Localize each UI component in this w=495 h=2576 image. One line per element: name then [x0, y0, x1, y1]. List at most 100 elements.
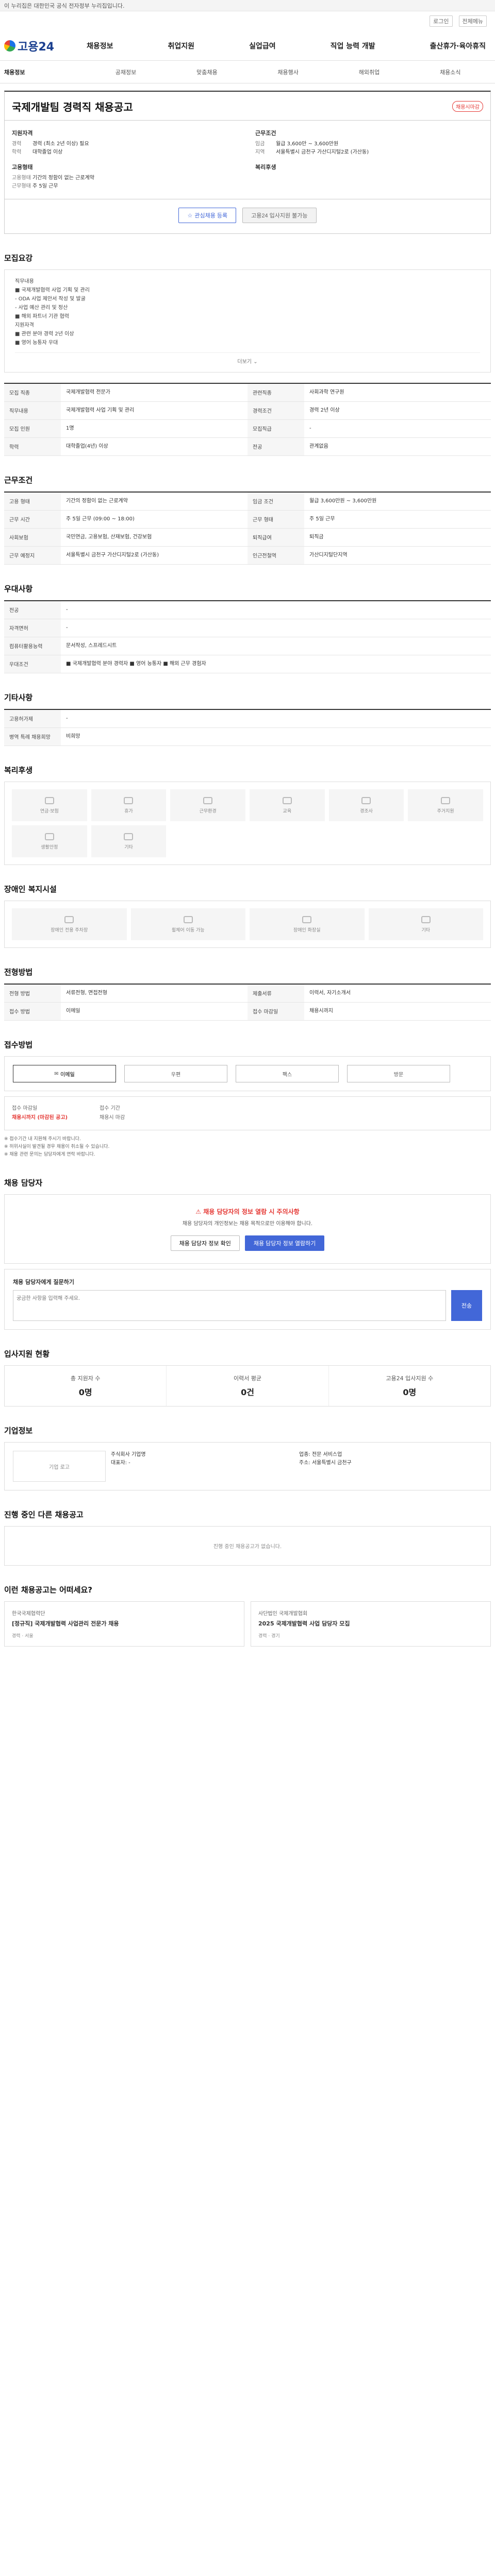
- benefit-icon: [203, 796, 213, 804]
- toilet-icon: [302, 916, 312, 923]
- th: 퇴직급여: [248, 528, 304, 547]
- benefit-item: 휴가: [91, 789, 167, 821]
- benefit-icon: [44, 796, 54, 804]
- rec-title: 2025 국제개발협력 사업 담당자 모집: [258, 1620, 350, 1627]
- recruit-line: - ODA 사업 제안서 작성 및 발굴: [15, 296, 86, 302]
- gnb-item[interactable]: 취업지원: [168, 41, 195, 51]
- recruit-line: ■ 국제개발협력 사업 기획 및 관리: [15, 287, 90, 293]
- parking-icon: [64, 916, 74, 923]
- td: 서류전형, 면접전형: [61, 984, 248, 1003]
- benefit-icon: [124, 833, 134, 840]
- td: ■ 국제개발협력 분야 경력자 ■ 영어 능통자 ■ 해외 근무 경험자: [61, 655, 491, 673]
- kv-key: 경력: [12, 141, 22, 147]
- section-title: 이런 채용공고는 어떠세요?: [4, 1585, 92, 1595]
- th: 학력: [4, 437, 61, 456]
- scrap-label: 관심채용 등록: [194, 213, 228, 219]
- recruit-table: 모집 직종 국제개발협력 전문가 관련직종 사회과학 연구원 직무내용 국제개발협력 사…: [4, 383, 491, 456]
- all-menu-button[interactable]: 전체메뉴: [458, 15, 487, 27]
- benefit-item: 경조사: [328, 789, 404, 821]
- th: 인근전철역: [248, 546, 304, 565]
- question-input[interactable]: [13, 1290, 446, 1321]
- logo-icon: [4, 40, 15, 52]
- td: 월급 3,600만원 ~ 3,600만원: [304, 492, 491, 511]
- etc-icon: [421, 916, 431, 923]
- apply-button[interactable]: 고용24 입사지원 불가능: [242, 208, 317, 223]
- td: 경력 2년 이상: [304, 401, 491, 420]
- benefit-label: 생활안정: [41, 844, 58, 850]
- disabled-grid: 장애인 전용 주차장 휠체어 이동 가능 장애인 화장실 기타: [4, 901, 491, 948]
- lnb-item[interactable]: 해외취업: [328, 68, 409, 76]
- td: -: [61, 709, 491, 728]
- apply-method-visit[interactable]: 방문: [347, 1065, 450, 1082]
- lnb-item[interactable]: 공채정보: [85, 68, 166, 76]
- company-box: 기업 로고 주식회사 기업명 대표자: - 업종: 전문 서비스업 주소: 서울…: [4, 1442, 491, 1490]
- stat-value: 0건: [241, 1387, 254, 1397]
- disabled-label: 장애인 화장실: [293, 927, 321, 933]
- disabled-item: 휠체어 이동 가능: [130, 908, 245, 940]
- contact-view-button[interactable]: 채용 담당자 정보 열람하기: [244, 1235, 325, 1251]
- apply-method-post[interactable]: 우편: [124, 1065, 227, 1082]
- th: 접수 방법: [4, 1002, 61, 1021]
- recommend-card[interactable]: 한국국제협력단 [정규직] 국제개발협력 사업관리 전문가 채용 경력 · 서울: [4, 1601, 244, 1647]
- td: -: [61, 601, 491, 619]
- gnb-item[interactable]: 직업 능력 개발: [331, 41, 375, 51]
- kv-key: 근무형태: [12, 183, 31, 189]
- recruit-line: ■ 해외 파트너 기관 협력: [15, 314, 69, 319]
- benefit-label: 경조사: [360, 808, 373, 814]
- rec-company: 사단법인 국제개발협회: [258, 1611, 308, 1617]
- apply-stats: 총 지원자 수 0명 이력서 평균 0건 고용24 입사지원 수 0명: [4, 1365, 491, 1406]
- th: 모집 직종: [4, 383, 61, 402]
- th: 전공: [248, 437, 304, 456]
- section-title: 진행 중인 다른 채용공고: [4, 1510, 84, 1519]
- apply-method-fax[interactable]: 팩스: [236, 1065, 339, 1082]
- summary-heading: 고용형태: [12, 164, 33, 171]
- lnb-item[interactable]: 채용정보: [4, 68, 85, 76]
- lnb-item[interactable]: 채용행사: [248, 68, 328, 76]
- chevron-down-icon: ⌄: [253, 359, 258, 365]
- apply-notes: ※ 접수기간 내 지원해 주시기 바랍니다. ※ 허위사실이 발견될 경우 채용…: [4, 1136, 491, 1159]
- recommend-card[interactable]: 사단법인 국제개발협회 2025 국제개발협력 사업 담당자 모집 경력 · 경…: [251, 1601, 491, 1647]
- login-link[interactable]: 로그인: [430, 15, 453, 27]
- note-line: ※ 허위사실이 발견될 경우 채용이 취소될 수 있습니다.: [4, 1144, 110, 1149]
- recruit-box: 직무내용 ■ 국제개발협력 사업 기획 및 관리 - ODA 사업 제안서 작성…: [4, 269, 491, 372]
- period-label: 접수 기간: [100, 1106, 120, 1111]
- th: 사회보험: [4, 528, 61, 547]
- gnb-item[interactable]: 채용정보: [87, 41, 113, 51]
- recruit-line: - 사업 예산 관리 및 정산: [15, 305, 68, 311]
- recruit-line: ■ 영어 능통자 우대: [15, 340, 58, 346]
- site-logo[interactable]: 고용24: [4, 38, 81, 54]
- lnb-item[interactable]: 채용소식: [410, 68, 491, 76]
- send-button[interactable]: 전송: [451, 1290, 482, 1321]
- td: 국제개발협력 전문가: [61, 383, 248, 402]
- rec-title: [정규직] 국제개발협력 사업관리 전문가 채용: [12, 1620, 119, 1627]
- deadline-value: 채용시까지 (마감된 공고): [12, 1115, 68, 1121]
- benefit-label: 연금·보험: [40, 808, 59, 814]
- scrap-button[interactable]: ☆ 관심채용 등록: [178, 208, 237, 223]
- gnb-item[interactable]: 실업급여: [249, 41, 276, 51]
- stat-item: 이력서 평균 0건: [167, 1366, 329, 1406]
- th: 고용 형태: [4, 492, 61, 511]
- apply-method-email[interactable]: ✉ 이메일: [13, 1065, 116, 1082]
- kv-value: 대학졸업 이상: [32, 149, 63, 155]
- td: 비희망: [61, 727, 491, 746]
- section-title: 전형방법: [4, 968, 33, 977]
- contact-check-button[interactable]: 채용 담당자 정보 확인: [170, 1235, 240, 1251]
- company-type: 업종: 전문 서비스업: [299, 1452, 342, 1458]
- recommend-list: 한국국제협력단 [정규직] 국제개발협력 사업관리 전문가 채용 경력 · 서울…: [4, 1601, 491, 1647]
- th: 우대조건: [4, 655, 61, 673]
- td: 국민연금, 고용보험, 산재보험, 건강보험: [61, 528, 248, 547]
- disabled-item: 장애인 화장실: [250, 908, 365, 940]
- td: 1명: [61, 419, 248, 438]
- th: 직무내용: [4, 401, 61, 420]
- section-title: 입사지원 현황: [4, 1349, 50, 1359]
- more-toggle[interactable]: 더보기 ⌄: [15, 352, 480, 365]
- th: 모집 인원: [4, 419, 61, 438]
- gnb-item[interactable]: 출산휴가·육아휴직: [430, 41, 486, 51]
- disabled-label: 장애인 전용 주차장: [51, 927, 88, 933]
- summary-heading: 복리후생: [255, 164, 276, 171]
- benefit-icon: [282, 796, 292, 804]
- recruit-line: 직무내용: [15, 279, 34, 284]
- preference-table: 전공 - 자격면허 - 컴퓨터활용능력 문서작성, 스프레드시트 우대조건 ■ 국제개발…: [4, 600, 491, 673]
- td: 문서작성, 스프레드시트: [61, 637, 491, 655]
- lnb-item[interactable]: 맞춤채용: [167, 68, 248, 76]
